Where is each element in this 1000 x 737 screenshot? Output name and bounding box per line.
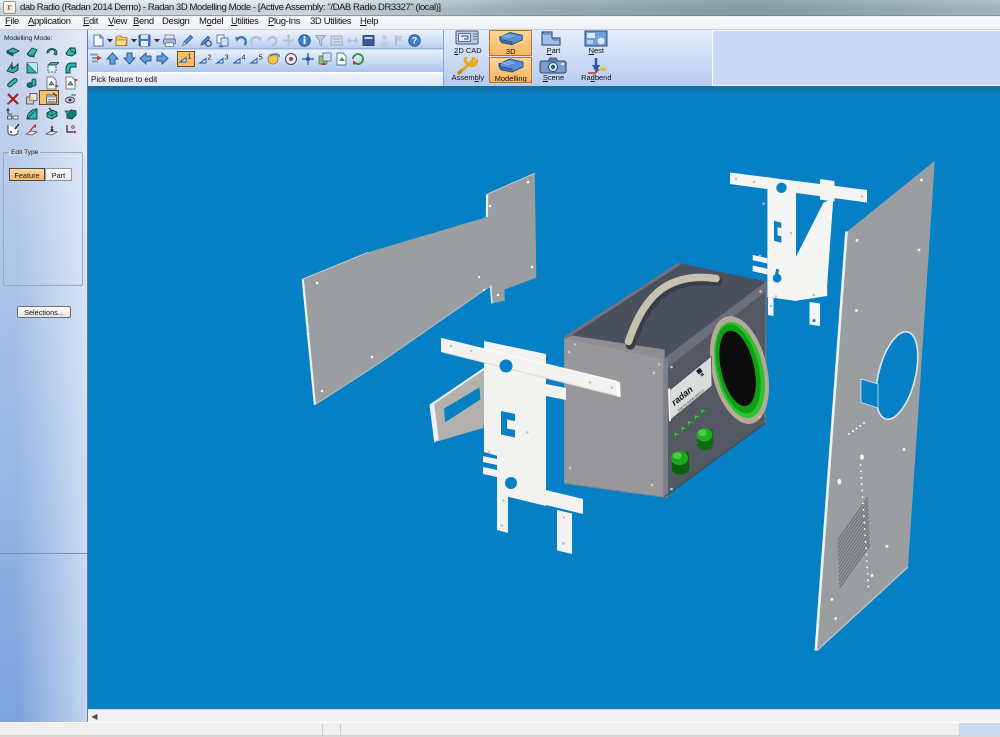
svg-text:?: ? bbox=[412, 36, 418, 46]
svg-text:4: 4 bbox=[242, 53, 246, 62]
svg-text:3: 3 bbox=[225, 53, 229, 62]
svg-text:5: 5 bbox=[259, 53, 263, 62]
svg-text:2: 2 bbox=[208, 53, 212, 62]
svg-text:1: 1 bbox=[188, 52, 192, 61]
